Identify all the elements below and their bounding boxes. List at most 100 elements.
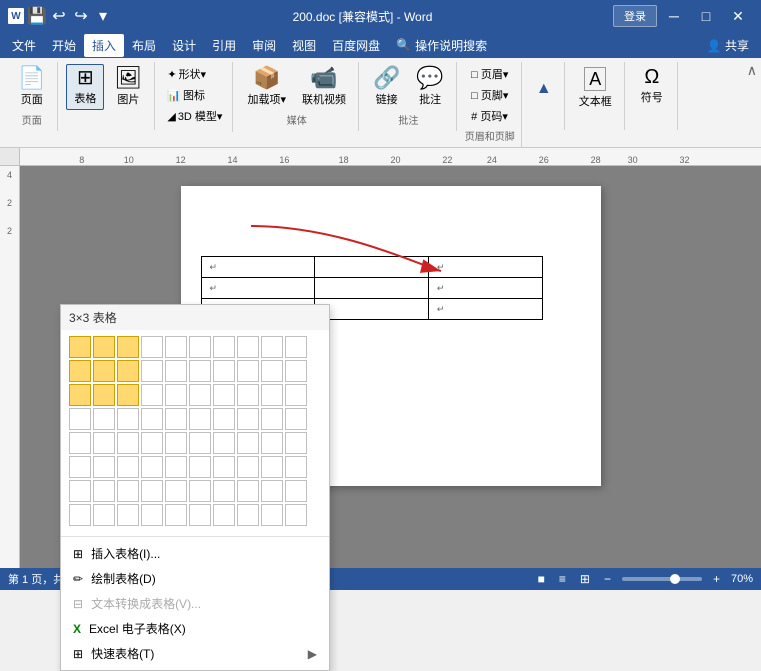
table-grid-cell[interactable] — [285, 456, 307, 478]
table-grid-cell[interactable] — [237, 336, 259, 358]
table-grid-cell[interactable] — [165, 336, 187, 358]
zoom-slider[interactable] — [622, 577, 702, 581]
table-grid-cell[interactable] — [237, 360, 259, 382]
undo-button[interactable]: ↩ — [50, 4, 68, 28]
table-grid-cell[interactable] — [93, 504, 115, 526]
dropdown-item-excel[interactable]: X Excel 电子表格(X) — [61, 616, 329, 641]
table-grid-cell[interactable] — [117, 504, 139, 526]
table-grid-cell[interactable] — [261, 456, 283, 478]
zoom-plus-btn[interactable]: + — [710, 571, 723, 587]
menu-review[interactable]: 审阅 — [244, 34, 284, 57]
dropdown-item-draw-table[interactable]: ✏ 绘制表格(D) — [61, 566, 329, 591]
table-grid-cell[interactable] — [189, 360, 211, 382]
table-grid-cell[interactable] — [165, 360, 187, 382]
table-grid-cell[interactable] — [141, 384, 163, 406]
table-grid-cell[interactable] — [117, 432, 139, 454]
table-grid-cell[interactable] — [213, 504, 235, 526]
table-grid-cell[interactable] — [189, 336, 211, 358]
table-grid-cell[interactable] — [285, 384, 307, 406]
maximize-button[interactable]: □ — [691, 0, 721, 32]
login-button[interactable]: 登录 — [613, 5, 657, 27]
table-grid-cell[interactable] — [165, 480, 187, 502]
ribbon-btn-online-video[interactable]: 📹 联机视频 — [296, 64, 352, 110]
table-grid-cell[interactable] — [237, 480, 259, 502]
table-grid-cell[interactable] — [213, 360, 235, 382]
table-grid-cell[interactable] — [285, 504, 307, 526]
table-grid-cell[interactable] — [261, 336, 283, 358]
save-button[interactable]: 💾 — [28, 4, 46, 28]
menu-search[interactable]: 🔍 操作说明搜索 — [388, 34, 495, 57]
table-grid-cell[interactable] — [93, 384, 115, 406]
table-grid[interactable] — [69, 336, 321, 526]
table-grid-cell[interactable] — [261, 504, 283, 526]
menu-layout[interactable]: 布局 — [124, 34, 164, 57]
table-grid-cell[interactable] — [285, 408, 307, 430]
dropdown-item-quick-table[interactable]: ⊞ 快速表格(T) ▶ — [61, 641, 329, 666]
table-grid-cell[interactable] — [117, 360, 139, 382]
menu-references[interactable]: 引用 — [204, 34, 244, 57]
ribbon-btn-shapes[interactable]: ✦ 形状▾ — [163, 64, 226, 84]
table-grid-cell[interactable] — [69, 504, 91, 526]
menu-baidu[interactable]: 百度网盘 — [324, 34, 388, 57]
table-grid-cell[interactable] — [237, 504, 259, 526]
ribbon-btn-header[interactable]: □ 页眉▾ — [467, 64, 512, 84]
table-grid-cell[interactable] — [69, 408, 91, 430]
table-grid-cell[interactable] — [285, 360, 307, 382]
table-grid-cell[interactable] — [285, 480, 307, 502]
table-grid-cell[interactable] — [213, 336, 235, 358]
view-btn-web[interactable]: ≡ — [556, 571, 569, 587]
table-grid-cell[interactable] — [165, 504, 187, 526]
table-grid-cell[interactable] — [261, 384, 283, 406]
ribbon-btn-pagenumber[interactable]: # 页码▾ — [467, 106, 512, 126]
table-grid-cell[interactable] — [237, 384, 259, 406]
view-btn-print[interactable]: ■ — [535, 571, 548, 587]
table-grid-cell[interactable] — [69, 360, 91, 382]
table-grid-cell[interactable] — [141, 480, 163, 502]
table-grid-cell[interactable] — [213, 432, 235, 454]
table-grid-cell[interactable] — [213, 384, 235, 406]
table-grid-cell[interactable] — [117, 336, 139, 358]
table-grid-cell[interactable] — [237, 432, 259, 454]
table-grid-cell[interactable] — [141, 360, 163, 382]
view-btn-outline[interactable]: ⊞ — [577, 571, 593, 587]
zoom-minus-btn[interactable]: − — [601, 571, 614, 587]
table-grid-cell[interactable] — [69, 480, 91, 502]
table-grid-cell[interactable] — [165, 408, 187, 430]
table-grid-cell[interactable] — [285, 432, 307, 454]
table-grid-cell[interactable] — [237, 408, 259, 430]
minimize-button[interactable]: ─ — [659, 0, 689, 32]
menu-home[interactable]: 开始 — [44, 34, 84, 57]
ribbon-btn-comment[interactable]: 💬 批注 — [410, 64, 449, 110]
table-grid-cell[interactable] — [93, 360, 115, 382]
redo-button[interactable]: ↪ — [72, 4, 90, 28]
customize-button[interactable]: ▾ — [94, 4, 112, 28]
table-grid-cell[interactable] — [93, 456, 115, 478]
ribbon-btn-3d[interactable]: ◢ 3D 模型▾ — [163, 106, 226, 126]
table-grid-cell[interactable] — [261, 360, 283, 382]
table-grid-cell[interactable] — [189, 432, 211, 454]
table-grid-cell[interactable] — [189, 408, 211, 430]
table-grid-cell[interactable] — [141, 336, 163, 358]
ribbon-btn-symbol[interactable]: Ω 符号 — [633, 64, 671, 108]
table-grid-cell[interactable] — [213, 480, 235, 502]
table-grid-cell[interactable] — [141, 504, 163, 526]
table-grid-cell[interactable] — [213, 456, 235, 478]
menu-view[interactable]: 视图 — [284, 34, 324, 57]
ribbon-btn-footer[interactable]: □ 页脚▾ — [467, 85, 512, 105]
ribbon-btn-table[interactable]: ⊞ 表格 — [66, 64, 104, 110]
ribbon-btn-textbox[interactable]: A 文本框 — [573, 64, 618, 112]
table-grid-cell[interactable] — [189, 456, 211, 478]
table-grid-cell[interactable] — [189, 504, 211, 526]
close-button[interactable]: ✕ — [723, 0, 753, 32]
menu-insert[interactable]: 插入 — [84, 34, 124, 57]
table-grid-cell[interactable] — [69, 384, 91, 406]
dropdown-item-insert-table[interactable]: ⊞ 插入表格(I)... — [61, 541, 329, 566]
table-grid-cell[interactable] — [285, 336, 307, 358]
table-grid-cell[interactable] — [141, 432, 163, 454]
table-grid-cell[interactable] — [69, 336, 91, 358]
table-grid-cell[interactable] — [93, 336, 115, 358]
table-grid-cell[interactable] — [93, 408, 115, 430]
table-grid-cell[interactable] — [165, 384, 187, 406]
menu-design[interactable]: 设计 — [164, 34, 204, 57]
menu-file[interactable]: 文件 — [4, 34, 44, 57]
